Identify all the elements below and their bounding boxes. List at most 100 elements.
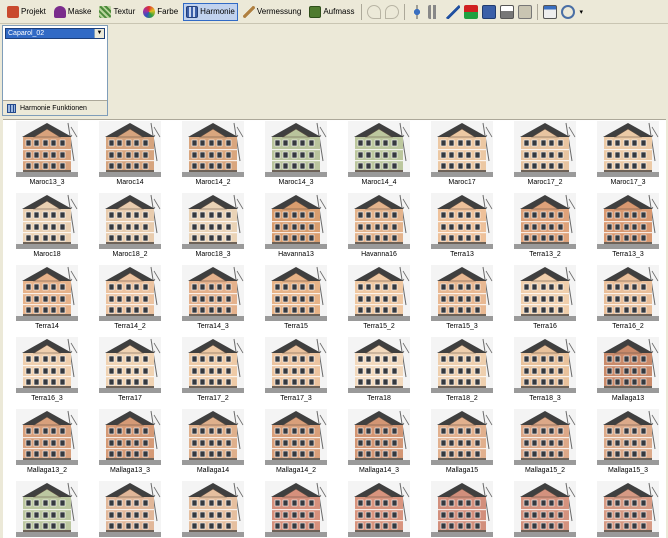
harmony-thumbnail[interactable]: Mallaga13 <box>584 337 666 409</box>
harmony-thumbnail[interactable]: Havanna16 <box>335 193 418 265</box>
zoom-icon[interactable] <box>561 4 576 19</box>
harmony-thumbnail[interactable]: Maroc18 <box>3 193 86 265</box>
thumbnail-label: Maroc18_2 <box>112 251 148 258</box>
harmony-thumbnail[interactable]: Maroc17_2 <box>501 121 584 193</box>
toolbar-farbe-button[interactable]: Farbe <box>140 3 181 21</box>
harmony-thumbnail[interactable] <box>501 481 584 538</box>
house-facade-image <box>348 265 410 321</box>
thumbnail-label: Terra18 <box>367 395 391 402</box>
thumbnail-label: Maroc14_4 <box>361 179 397 186</box>
harmony-thumbnail[interactable]: Terra18_3 <box>501 337 584 409</box>
harmony-thumbnail[interactable]: Terra13_3 <box>584 193 666 265</box>
harmony-thumbnail[interactable] <box>86 481 169 538</box>
harmony-thumbnail[interactable]: Mallaga13_3 <box>86 409 169 481</box>
thumbnail-label: Mallaga15_3 <box>607 467 649 474</box>
toolbar-separator <box>537 3 539 20</box>
harmony-thumbnail[interactable]: Terra15_2 <box>335 265 418 337</box>
house-facade-image <box>16 265 78 321</box>
harmony-thumbnail[interactable]: Terra18 <box>335 337 418 409</box>
color-picker-icon[interactable] <box>464 4 479 19</box>
toolbar-separator <box>361 3 363 20</box>
thumbnail-label: Terra17 <box>118 395 142 402</box>
save-icon[interactable] <box>482 4 497 19</box>
harmony-thumbnail[interactable] <box>335 481 418 538</box>
house-facade-image <box>182 121 244 177</box>
harmony-thumbnail[interactable]: Terra14_3 <box>169 265 252 337</box>
harmony-thumbnail[interactable]: Mallaga15_3 <box>584 409 666 481</box>
house-facade-image <box>597 409 659 465</box>
harmony-thumbnail[interactable]: Maroc17_3 <box>584 121 666 193</box>
house-facade-image <box>431 481 493 537</box>
harmony-thumbnail[interactable]: Terra16 <box>501 265 584 337</box>
toolbar-maske-label: Maske <box>67 7 92 16</box>
thumbnail-label: Terra13 <box>450 251 474 258</box>
harmony-thumbnail[interactable] <box>3 481 86 538</box>
harmony-thumbnail[interactable]: Terra16_2 <box>584 265 666 337</box>
house-facade-image <box>16 337 78 393</box>
harmony-thumbnail[interactable]: Terra15_3 <box>418 265 501 337</box>
harmony-thumbnail[interactable]: Terra15 <box>252 265 335 337</box>
chevron-down-icon[interactable]: ▾ <box>579 8 583 16</box>
thumbnail-label: Mallaga13_3 <box>109 467 151 474</box>
harmony-thumbnail[interactable] <box>584 481 666 538</box>
house-facade-image <box>99 337 161 393</box>
house-facade-image <box>348 121 410 177</box>
thumbnail-label: Maroc14_3 <box>278 179 314 186</box>
harmony-thumbnail[interactable]: Maroc14_2 <box>169 121 252 193</box>
harmony-thumbnail[interactable]: Terra13_2 <box>501 193 584 265</box>
house-facade-image <box>431 409 493 465</box>
harmony-thumbnail[interactable]: Terra13 <box>418 193 501 265</box>
toolbar-harmonie-button[interactable]: Harmonie <box>183 2 238 21</box>
print-icon[interactable] <box>500 4 515 19</box>
harmony-thumbnail[interactable]: Terra17_2 <box>169 337 252 409</box>
harmony-thumbnail[interactable]: Maroc14_4 <box>335 121 418 193</box>
harmony-thumbnail[interactable] <box>418 481 501 538</box>
harmony-panel: Caparol_02 ▼ Harmonie Funktionen <box>2 25 108 116</box>
harmony-thumbnail[interactable]: Maroc17 <box>418 121 501 193</box>
export-icon[interactable] <box>518 4 533 19</box>
move-tool-icon[interactable] <box>410 4 425 19</box>
harmony-thumbnail[interactable]: Terra18_2 <box>418 337 501 409</box>
harmony-thumbnail[interactable]: Terra17 <box>86 337 169 409</box>
redo-icon[interactable] <box>385 4 400 19</box>
toolbar-textur-button[interactable]: Textur <box>96 3 138 21</box>
toolbar-vermessung-button[interactable]: Vermessung <box>240 3 304 21</box>
harmony-thumbnail[interactable]: Mallaga14 <box>169 409 252 481</box>
harmony-thumbnail[interactable]: Mallaga13_2 <box>3 409 86 481</box>
harmony-thumbnail[interactable]: Mallaga15_2 <box>501 409 584 481</box>
palette-select[interactable]: Caparol_02 ▼ <box>5 28 105 39</box>
harmony-thumbnail[interactable]: Mallaga14_2 <box>252 409 335 481</box>
palette-list[interactable] <box>5 41 105 99</box>
harmony-thumbnail[interactable]: Terra16_3 <box>3 337 86 409</box>
thumbnail-label: Maroc13_3 <box>29 179 65 186</box>
harmony-functions-button[interactable]: Harmonie Funktionen <box>3 100 107 115</box>
thumbnail-label: Maroc18_3 <box>195 251 231 258</box>
harmony-thumbnail[interactable]: Maroc14 <box>86 121 169 193</box>
brush-icon[interactable] <box>446 4 461 19</box>
house-facade-image <box>182 481 244 537</box>
harmony-thumbnail[interactable]: Maroc14_3 <box>252 121 335 193</box>
house-facade-image <box>182 337 244 393</box>
house-facade-image <box>431 121 493 177</box>
harmony-thumbnail[interactable]: Havanna13 <box>252 193 335 265</box>
harmony-thumbnail[interactable]: Maroc18_2 <box>86 193 169 265</box>
harmony-thumbnail[interactable]: Mallaga14_3 <box>335 409 418 481</box>
harmony-thumbnail[interactable]: Mallaga15 <box>418 409 501 481</box>
chevron-down-icon[interactable]: ▼ <box>94 29 104 38</box>
harmony-thumbnail[interactable]: Terra14 <box>3 265 86 337</box>
toolbar-maske-button[interactable]: Maske <box>51 3 95 21</box>
select-tool-icon[interactable] <box>428 4 443 19</box>
undo-icon[interactable] <box>367 4 382 19</box>
window-icon[interactable] <box>543 4 558 19</box>
thumbnail-label: Terra15_3 <box>446 323 478 330</box>
harmony-thumbnail[interactable]: Terra14_2 <box>86 265 169 337</box>
harmony-thumbnail[interactable] <box>169 481 252 538</box>
thumbnail-label: Maroc18 <box>33 251 61 258</box>
harmony-thumbnail[interactable]: Maroc18_3 <box>169 193 252 265</box>
house-facade-image <box>431 337 493 393</box>
harmony-thumbnail[interactable] <box>252 481 335 538</box>
toolbar-projekt-button[interactable]: Projekt <box>4 3 49 21</box>
toolbar-aufmass-button[interactable]: Aufmass <box>306 3 357 21</box>
harmony-thumbnail[interactable]: Terra17_3 <box>252 337 335 409</box>
harmony-thumbnail[interactable]: Maroc13_3 <box>3 121 86 193</box>
